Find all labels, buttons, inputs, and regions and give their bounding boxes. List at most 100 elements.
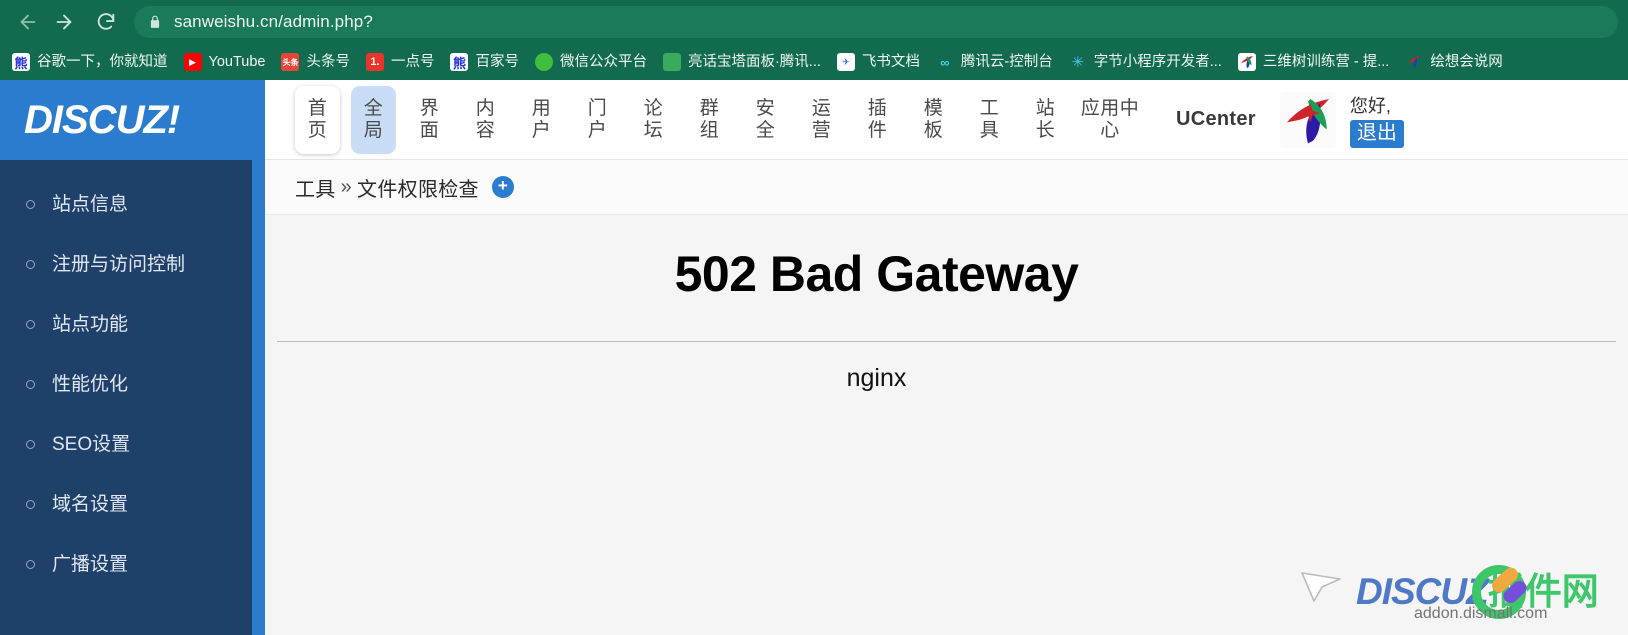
logout-button[interactable]: 退出 [1349,119,1404,148]
forward-arrow-icon[interactable] [46,4,82,40]
tab-security[interactable]: 安全 [743,86,788,154]
breadcrumb-current: 文件权限检查 [357,178,479,201]
back-arrow-icon[interactable] [10,4,46,40]
tab-app-center[interactable]: 应用中心 [1079,86,1141,154]
tab-users[interactable]: 用户 [519,86,564,154]
add-button[interactable]: + [491,176,514,198]
tab-content[interactable]: 内容 [463,86,508,154]
ucenter-label: UCenter [1176,108,1256,130]
sidebar-item-broadcast[interactable]: 广播设置 [0,534,265,594]
bookmark-label: 一点号 [390,53,435,70]
bullet-icon [26,439,35,449]
breadcrumb-separator: » [340,175,353,198]
main-column: 首页 全局 界面 内容 用户 门户 论坛 群组 安全 运营 插件 模板 工具 站… [265,80,1628,635]
watermark-brand-latin: DISCUZ [1356,571,1489,612]
watermark-brand: DISCUZ插件网 [1356,561,1599,615]
bookmark-item[interactable]: 亮话宝塔面板·腾讯... [655,48,829,76]
user-greeting: 您好, [1349,96,1391,117]
sidebar-scrollbar[interactable] [252,160,265,635]
tab-label-line2: 件 [867,120,888,141]
ucenter-link[interactable]: UCenter [1176,80,1256,159]
tab-global[interactable]: 全局 [351,86,396,154]
bookmark-label: 字节小程序开发者... [1093,53,1222,70]
tab-label-line1: 安 [755,97,776,119]
tab-label-line2: 页 [307,120,328,141]
error-divider [277,341,1616,342]
error-server: nginx [846,364,907,392]
bookmarks-bar: 熊谷歌一下，你就知道 ▶ YouTube 头条 头条号 1. 一点号 熊百家号 微信公… [0,44,1628,80]
nav-tabs: 首页 全局 界面 内容 用户 门户 论坛 群组 安全 运营 插件 模板 工具 站… [295,80,1152,160]
bullet-icon [26,319,35,329]
bookmark-item[interactable]: 熊百家号 [442,48,527,76]
reload-icon[interactable] [88,4,124,40]
tab-label-line1: 内 [475,97,496,119]
bookmark-item[interactable]: 1. 一点号 [358,48,443,76]
tab-label-line2: 全 [755,120,776,141]
sidebar-item-performance[interactable]: 性能优化 [0,354,265,414]
tab-tools[interactable]: 工具 [967,86,1012,154]
bookmark-item[interactable]: 微信公众平台 [527,48,655,76]
tab-label-line1: 界 [419,97,440,119]
tab-label-line2: 长 [1035,120,1056,141]
bookmark-item[interactable]: 三维树训练营 - 提... [1230,48,1397,76]
tab-label-line1: 站 [1035,97,1056,119]
tab-webmaster[interactable]: 站长 [1023,86,1068,154]
tab-label-line1: 应用中 [1080,97,1140,119]
tab-label-line1: 门 [587,97,608,119]
tab-label-line1: 群 [699,97,720,119]
watermark-url: addon.dismall.com [1414,605,1548,622]
watermark-pill-orange-icon [1489,564,1521,596]
sidebar-item-label: 站点功能 [52,313,129,335]
top-nav: 首页 全局 界面 内容 用户 门户 论坛 群组 安全 运营 插件 模板 工具 站… [265,80,1628,160]
tab-label-line2: 坛 [643,120,664,141]
bookmark-item[interactable]: ✳ 字节小程序开发者... [1061,48,1230,76]
browser-toolbar: sanweishu.cn/admin.php? [0,0,1628,44]
bookmark-label: 亮话宝塔面板·腾讯... [687,53,821,70]
bullet-icon [26,499,35,509]
tab-templates[interactable]: 模板 [911,86,956,154]
bookmark-label: 微信公众平台 [559,53,647,70]
bookmark-item[interactable]: 绘想会说网 [1397,48,1511,76]
tab-label-line1: 用 [531,97,552,119]
tab-label-line2: 容 [475,120,496,141]
sidebar-item-register-access[interactable]: 注册与访问控制 [0,234,265,294]
tab-label-line2: 局 [363,120,384,141]
sidebar: DISCUZ! 站点信息 注册与访问控制 站点功能 性能优化 SEO设置 域名设… [0,80,265,635]
bookmark-item[interactable]: ✈ 飞书文档 [829,48,928,76]
sidebar-item-label: 站点信息 [52,193,129,215]
discuz-logo[interactable]: DISCUZ! [0,80,265,160]
bookmark-item[interactable]: 熊谷歌一下，你就知道 [4,48,176,76]
tab-forum[interactable]: 论坛 [631,86,676,154]
watermark-ring-icon [1472,565,1526,619]
user-box: 您好, 退出 [1349,80,1404,159]
watermark-pill-purple-icon [1500,578,1530,606]
sidebar-item-label: SEO设置 [52,433,131,455]
baidu-icon: 熊 [12,53,30,71]
tab-plugins[interactable]: 插件 [855,86,900,154]
tab-portal[interactable]: 门户 [575,86,620,154]
bookmark-item[interactable]: ∞ 腾讯云-控制台 [928,48,1061,76]
feishu-icon: ✈ [836,53,855,71]
tab-label-line1: 论 [643,97,664,119]
tab-interface[interactable]: 界面 [407,86,452,154]
sidebar-item-site-features[interactable]: 站点功能 [0,294,265,354]
tab-label-line1: 插 [867,97,888,119]
bookmark-item[interactable]: ▶ YouTube [176,48,274,76]
breadcrumb-root[interactable]: 工具 [295,173,336,202]
address-bar[interactable]: sanweishu.cn/admin.php? [134,6,1618,38]
tab-home[interactable]: 首页 [295,86,340,154]
baota-icon [662,53,681,71]
lock-icon [148,14,162,30]
sidebar-item-label: 域名设置 [52,493,129,515]
sidebar-item-seo[interactable]: SEO设置 [0,414,265,474]
wechat-icon [534,53,553,71]
tab-groups[interactable]: 群组 [687,86,732,154]
tab-label-line1: 全 [363,97,384,119]
ucenter-logo-icon [1279,92,1336,148]
tab-operations[interactable]: 运营 [799,86,844,154]
sidebar-item-site-info[interactable]: 站点信息 [0,174,265,234]
bookmark-item[interactable]: 头条 头条号 [273,48,358,76]
sidebar-item-label: 性能优化 [52,373,129,395]
sidebar-item-domain[interactable]: 域名设置 [0,474,265,534]
toutiao-icon: 头条 [281,53,300,71]
